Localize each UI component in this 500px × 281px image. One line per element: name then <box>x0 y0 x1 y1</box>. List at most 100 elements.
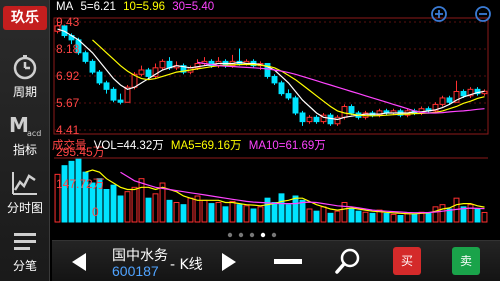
ma5-value: 5=6.21 <box>80 1 116 13</box>
candle-body <box>89 60 96 73</box>
volume-bar <box>180 204 187 223</box>
stock-name: 国中水务 <box>112 248 168 264</box>
price-tick-label: 5.67 <box>56 96 80 110</box>
macd-icon: M acd <box>9 113 41 138</box>
volume-bar <box>467 204 474 223</box>
candle-body <box>145 69 152 77</box>
page-dot <box>227 232 233 238</box>
app-logo: 玖乐 <box>3 6 47 30</box>
volume-bar <box>124 191 131 223</box>
candle-body <box>348 106 355 114</box>
candle-body <box>110 88 117 101</box>
candle-body <box>327 114 334 125</box>
volume-bar <box>257 206 264 223</box>
sell-button[interactable]: 卖 <box>452 247 480 275</box>
stock-code: 600187 <box>112 263 159 279</box>
volume-bar <box>369 212 376 223</box>
minimize-button[interactable] <box>274 259 302 264</box>
sidebar-item-tick[interactable]: 分笔 <box>0 222 50 280</box>
candle-body <box>285 93 292 99</box>
volume-bar <box>425 212 432 223</box>
volume-bar <box>61 165 68 223</box>
sidebar: 玖乐 周期 M acd 指标 分时图 分笔 <box>0 0 50 281</box>
chart-type-label: - K线 <box>170 257 203 273</box>
list-icon <box>14 233 36 250</box>
volume-bar <box>341 202 348 223</box>
ma30-value: 30=5.40 <box>172 1 215 13</box>
sidebar-item-label: 分笔 <box>12 259 37 273</box>
ma10-line <box>92 39 485 117</box>
volume-bar <box>68 160 75 223</box>
volume-bar <box>187 197 194 223</box>
volume-bar <box>264 197 271 223</box>
volume-bar <box>271 202 278 223</box>
candle-body <box>278 82 285 95</box>
kline-chart[interactable]: 9.43 8.18 6.92 5.67 4.41 295.45万 147.72万 0 MA 5… <box>52 0 500 230</box>
sidebar-item-label: 指标 <box>12 143 37 157</box>
volume-bar <box>334 210 341 223</box>
candle-body <box>159 60 166 69</box>
arrow-right-icon <box>222 253 236 271</box>
chart-canvas[interactable]: 9.438.186.925.674.41295.45万147.72万0 <box>52 0 500 230</box>
volume-bar <box>299 199 306 223</box>
bottom-toolbar: 国中水务 600187 - K线 买 卖 <box>52 240 500 281</box>
candle-body <box>96 71 103 84</box>
volume-bar <box>152 193 159 223</box>
volume-bar <box>411 213 418 223</box>
volume-tick-label: 0 <box>92 205 99 219</box>
volume-bar <box>355 210 362 223</box>
zoom-in-button[interactable] <box>431 6 447 22</box>
volume-bar <box>327 212 334 223</box>
next-stock-button[interactable] <box>220 252 238 272</box>
buy-button[interactable]: 买 <box>393 247 421 275</box>
svg-text:M: M <box>9 113 29 137</box>
search-icon-handle <box>335 262 346 274</box>
volume-bar <box>236 204 243 223</box>
volume-bar <box>110 184 117 223</box>
candle-body <box>334 116 341 125</box>
volume-bar <box>481 211 488 223</box>
price-tick-label: 6.92 <box>56 69 80 83</box>
volume-bar <box>292 195 299 223</box>
sidebar-item-label: 分时图 <box>6 201 43 215</box>
ma-legend: MA 5=6.21 10=5.96 30=5.40 <box>56 1 218 13</box>
candle-body <box>460 90 467 97</box>
candle-body <box>82 52 89 62</box>
candle-body <box>306 116 313 123</box>
page-indicator <box>227 232 277 238</box>
search-button[interactable] <box>334 247 362 275</box>
vol-value: VOL=44.32万 <box>93 140 164 152</box>
time-share-icon <box>12 172 37 195</box>
candle-body <box>439 97 446 105</box>
volume-bar <box>103 189 110 223</box>
volume-bar <box>131 186 138 223</box>
stopwatch-icon <box>13 55 37 80</box>
candle-body <box>103 82 110 90</box>
arrow-left-icon <box>72 253 86 271</box>
volume-bar <box>348 208 355 223</box>
volume-bar <box>306 208 313 223</box>
prev-stock-button[interactable] <box>70 252 88 272</box>
volume-bar <box>215 202 222 223</box>
zoom-out-button[interactable] <box>475 6 491 22</box>
ma30-line <box>197 61 485 114</box>
volume-bar <box>243 205 250 223</box>
sidebar-item-time-share[interactable]: 分时图 <box>0 164 50 222</box>
sidebar-item-period[interactable]: 周期 <box>0 48 50 106</box>
svg-text:acd: acd <box>27 129 41 138</box>
sidebar-item-indicator[interactable]: M acd 指标 <box>0 106 50 164</box>
candle-body <box>299 112 306 123</box>
volume-title: 成交量 <box>52 140 87 152</box>
page-dot <box>238 232 244 238</box>
page-dot-active <box>260 232 266 238</box>
candle-body <box>117 99 124 103</box>
volume-bar <box>362 211 369 223</box>
candle-body <box>446 97 453 103</box>
volume-bar <box>390 213 397 223</box>
volume-bar <box>222 206 229 223</box>
page-dot <box>271 232 277 238</box>
volume-bar <box>229 200 236 223</box>
candle-body <box>271 75 278 84</box>
volume-bar <box>397 215 404 223</box>
ma10-value: 10=5.96 <box>123 1 166 13</box>
